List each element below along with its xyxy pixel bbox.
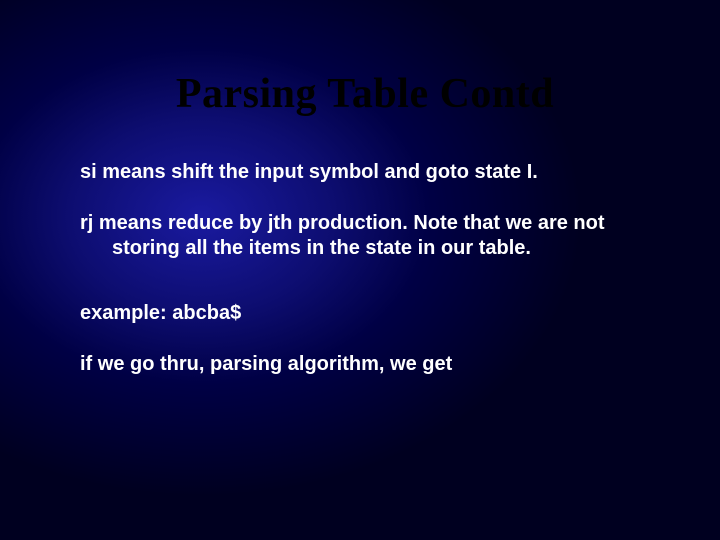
- slide-title: Parsing Table Contd: [80, 70, 650, 118]
- slide: Parsing Table Contd si means shift the i…: [0, 0, 720, 540]
- paragraph-shift-meaning: si means shift the input symbol and goto…: [80, 160, 640, 185]
- paragraph-reduce-meaning: rj means reduce by jth production. Note …: [80, 211, 650, 261]
- paragraph-algorithm-note: if we go thru, parsing algorithm, we get: [80, 352, 640, 377]
- paragraph-example: example: abcba$: [80, 301, 640, 326]
